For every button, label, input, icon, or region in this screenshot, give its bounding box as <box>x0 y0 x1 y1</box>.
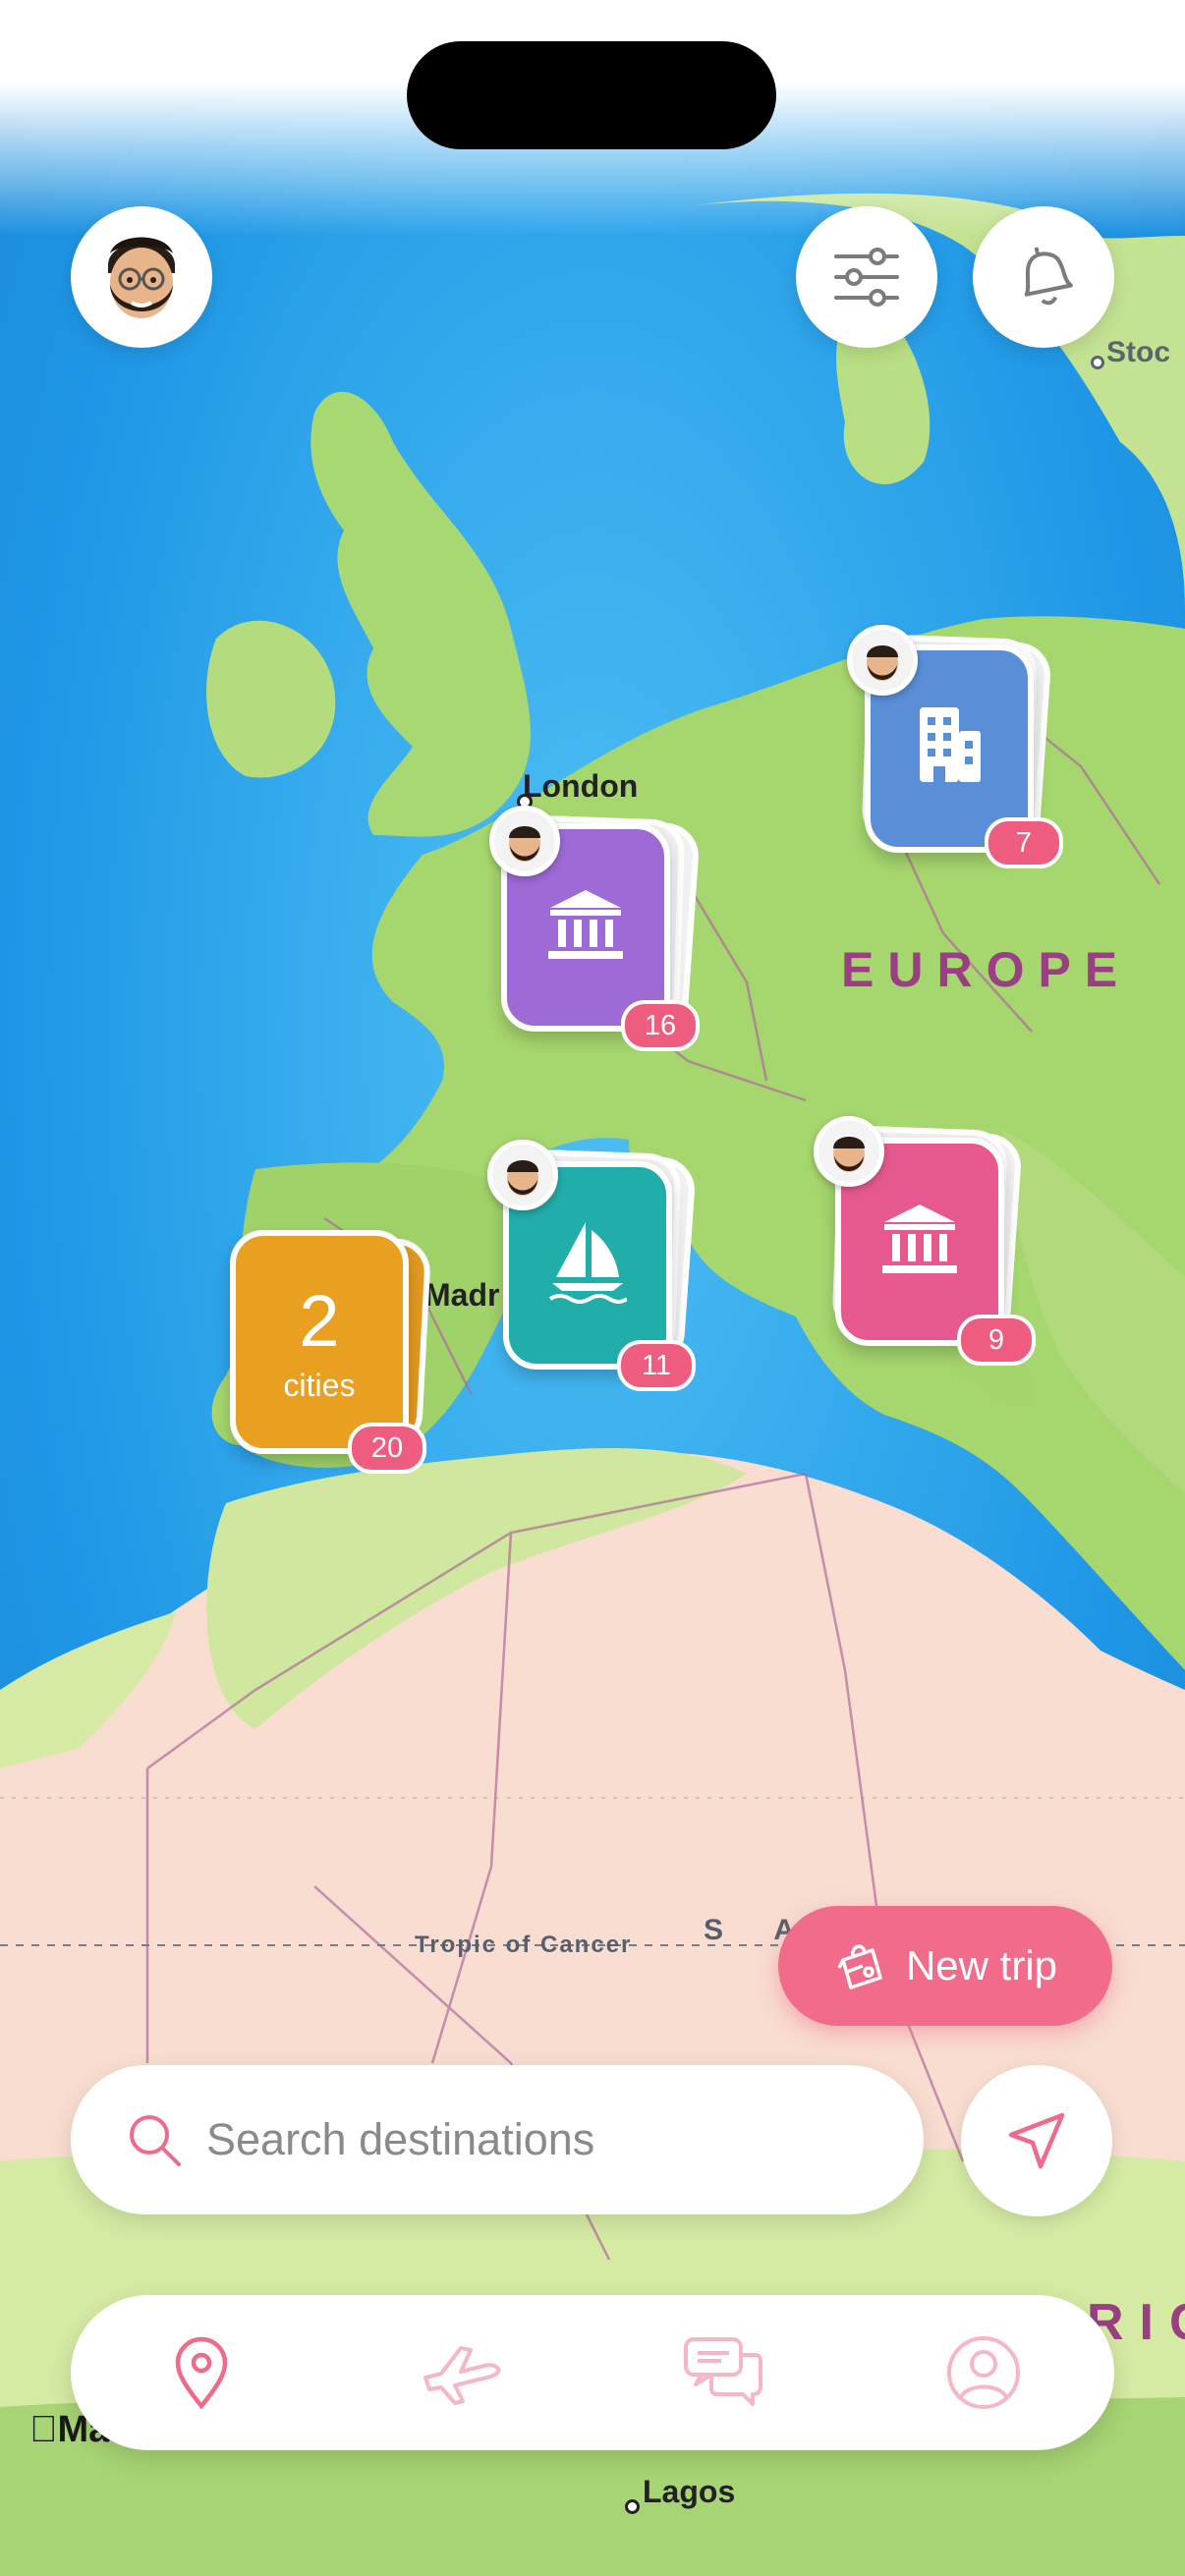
trip-pin-barcelona[interactable]: 11 <box>487 1140 713 1395</box>
map-pin-icon <box>175 2336 228 2410</box>
notifications-button[interactable] <box>973 206 1114 348</box>
new-trip-label: New trip <box>905 1942 1058 1988</box>
map-label-london: London <box>523 768 639 804</box>
traveler-avatar <box>847 625 918 696</box>
museum-icon <box>548 890 623 959</box>
map-label-tropic-of-cancer: Tropic of Cancer <box>415 1932 633 1958</box>
cluster-caption: cities <box>283 1368 356 1403</box>
tab-map[interactable] <box>142 2314 260 2432</box>
travel-bag-icon <box>837 1944 882 1989</box>
building-icon <box>920 707 981 782</box>
navigation-arrow-icon <box>1008 2112 1065 2169</box>
dynamic-island <box>407 41 776 149</box>
avatar <box>108 237 175 318</box>
tab-messages[interactable] <box>664 2314 782 2432</box>
search-input[interactable]: Search destinations <box>206 2114 594 2165</box>
lagos-dot <box>625 2499 640 2514</box>
cluster-card: 2 cities <box>230 1230 409 1454</box>
apple-logo-icon:  <box>29 2409 58 2450</box>
chat-bubbles-icon <box>683 2337 762 2406</box>
tab-flights[interactable] <box>403 2314 521 2432</box>
cluster-city-count: 2 <box>299 1280 340 1362</box>
map-label-lagos: Lagos <box>643 2474 736 2509</box>
traveler-avatar <box>814 1116 884 1187</box>
traveler-avatar <box>489 806 560 876</box>
person-icon <box>947 2336 1021 2409</box>
map-label-stockholm: Stoc <box>1106 336 1171 368</box>
sliders-icon <box>834 248 899 307</box>
filters-button[interactable] <box>796 206 937 348</box>
trip-count-badge: 7 <box>985 817 1063 868</box>
trip-pin-rome[interactable]: 9 <box>814 1116 1040 1372</box>
new-trip-button[interactable]: New trip <box>778 1906 1112 2026</box>
sailboat-icon <box>548 1222 627 1304</box>
museum-icon <box>882 1204 957 1273</box>
bell-icon <box>1024 247 1073 306</box>
stockholm-dot <box>1091 356 1104 369</box>
tab-profile[interactable] <box>925 2314 1043 2432</box>
map-label-europe: EUROPE <box>841 942 1132 997</box>
search-icon <box>130 2115 181 2166</box>
trip-pin-london[interactable]: 16 <box>489 806 717 1061</box>
trip-count-badge: 11 <box>617 1340 696 1391</box>
search-bar[interactable]: Search destinations <box>71 2065 924 2214</box>
tab-bar <box>71 2295 1114 2450</box>
trip-count-badge: 9 <box>957 1315 1036 1366</box>
locate-me-button[interactable] <box>961 2065 1112 2216</box>
traveler-avatar <box>487 1140 558 1210</box>
trip-count-badge: 16 <box>621 1000 700 1051</box>
profile-avatar-button[interactable] <box>71 206 212 348</box>
trip-pin-berlin[interactable]: 7 <box>843 625 1069 880</box>
trip-count-badge: 20 <box>348 1423 426 1474</box>
airplane-icon <box>423 2346 501 2405</box>
city-cluster-pin[interactable]: 2 cities 20 <box>226 1226 452 1482</box>
